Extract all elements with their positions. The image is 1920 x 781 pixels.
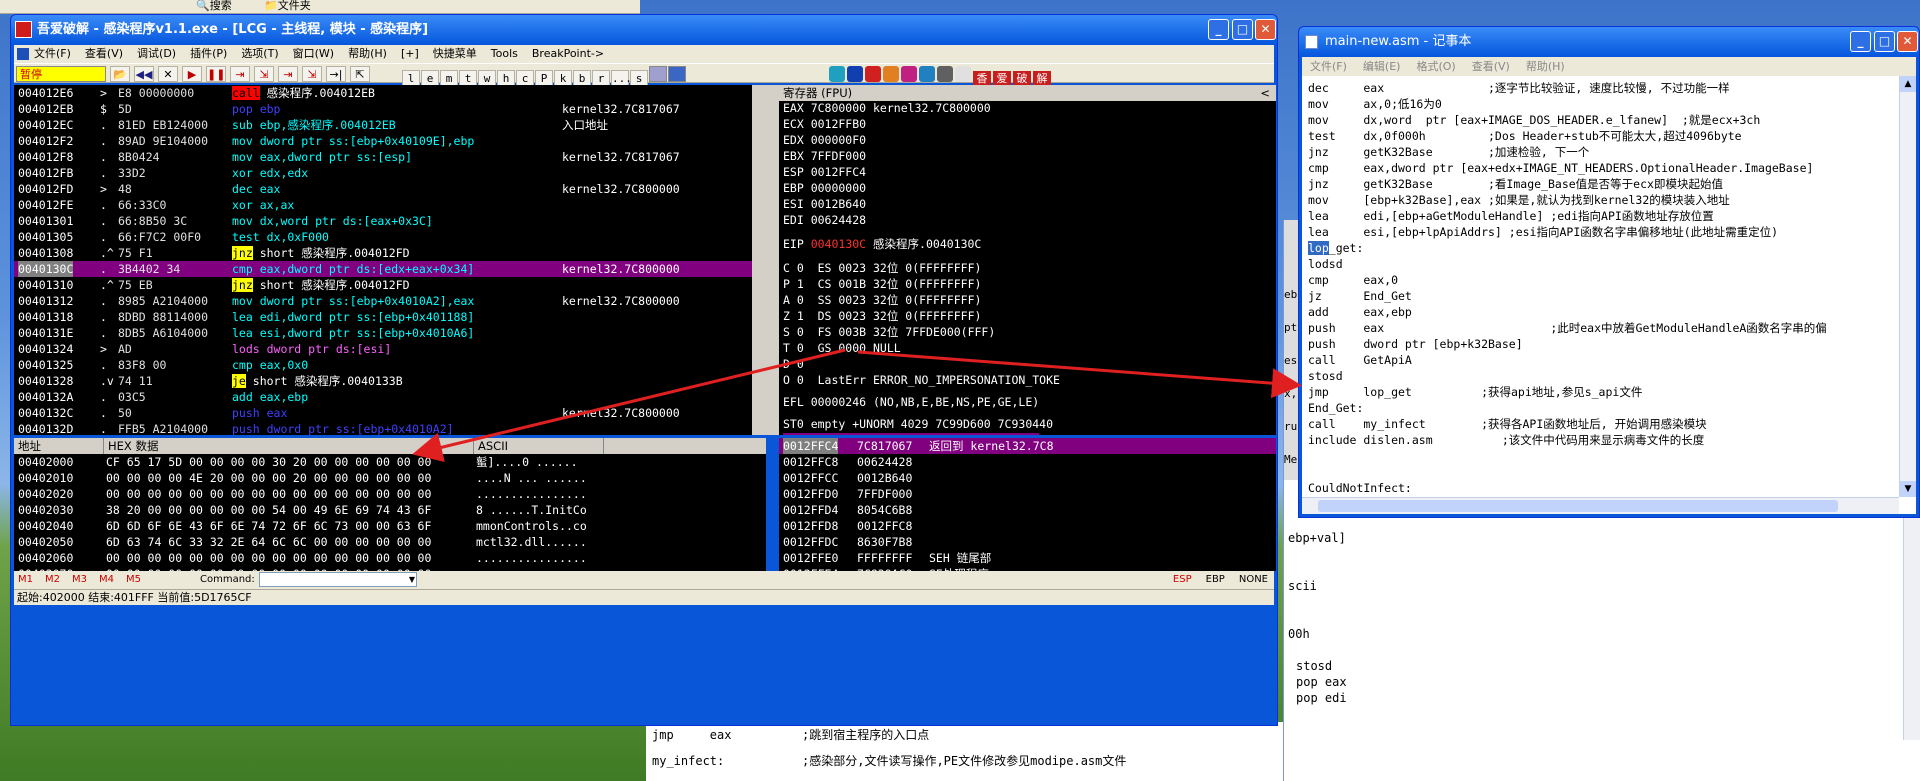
annotation-arrows (412, 348, 1302, 462)
arrow-to-call (412, 348, 846, 462)
arrow-to-notepad (857, 350, 1302, 399)
